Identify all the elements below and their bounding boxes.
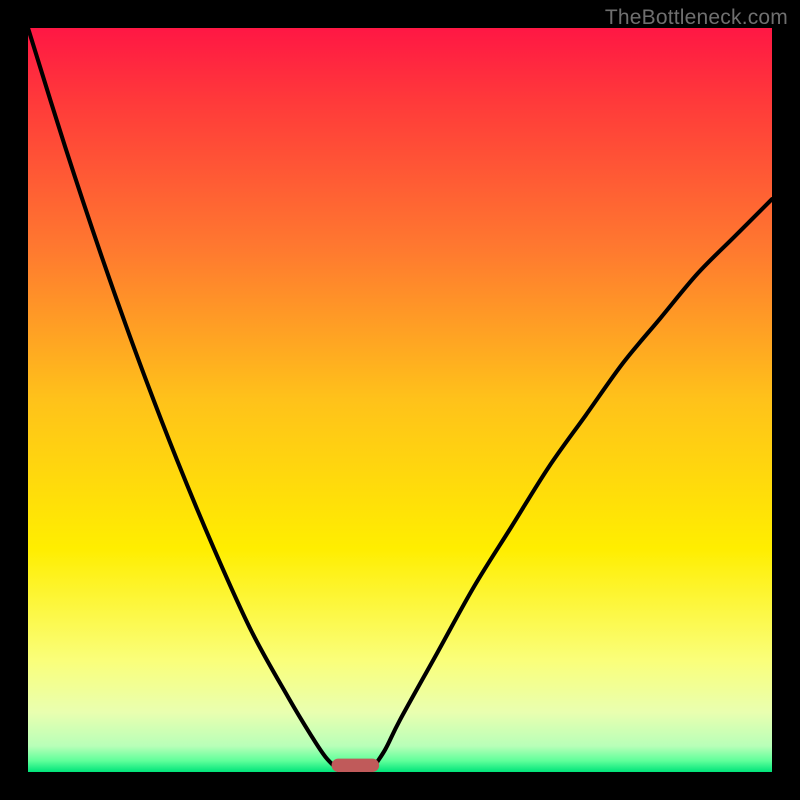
bottleneck-chart — [28, 28, 772, 772]
gradient-background — [28, 28, 772, 772]
watermark-text: TheBottleneck.com — [605, 6, 788, 30]
chart-container: TheBottleneck.com — [0, 0, 800, 800]
optimum-marker — [332, 759, 380, 772]
